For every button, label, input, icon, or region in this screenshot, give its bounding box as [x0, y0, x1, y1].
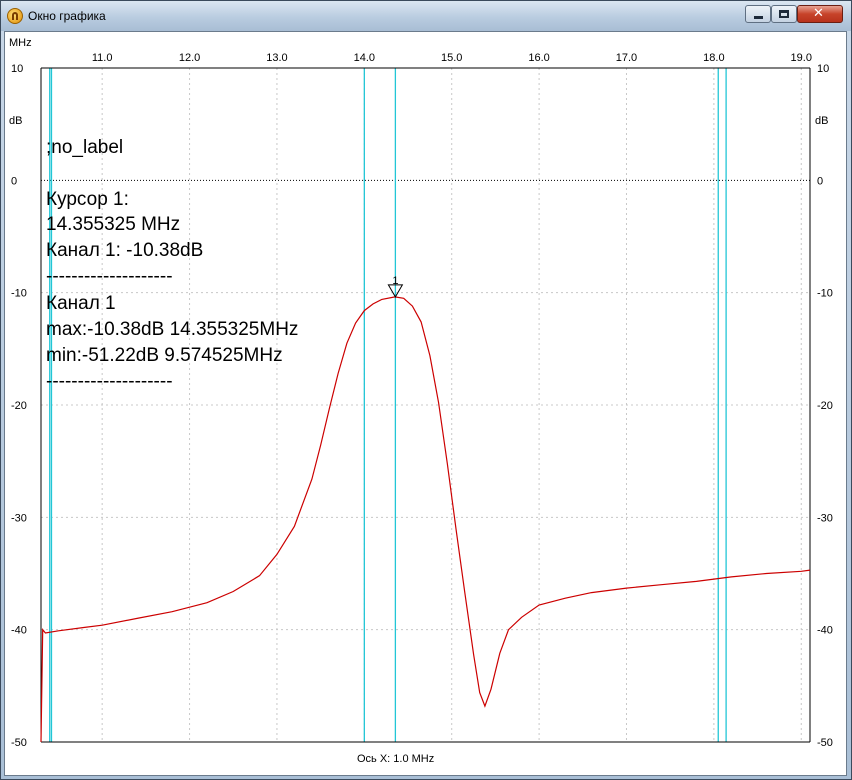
y-tick-label-left-5: -40 [11, 625, 27, 637]
y-tick-label-left-1: 0 [11, 175, 17, 187]
info-panel: ;no_label Курсор 1: 14.355325 MHz Канал … [46, 137, 298, 392]
x-axis-label: Ось X: 1.0 MHz [357, 753, 434, 765]
window-title: Окно графика [28, 9, 106, 23]
info-max-line: max:-10.38dB 14.355325MHz [46, 319, 298, 340]
y-tick-label-left-2: -10 [11, 288, 27, 300]
info-no-label: ;no_label [46, 137, 123, 158]
y-tick-label-left-0: 10 [11, 63, 23, 75]
y-unit-label-right: dB [815, 115, 828, 127]
x-tick-label-7: 18.0 [703, 52, 724, 64]
frequency-response-chart[interactable]: 11.0 12.0 13.0 14.0 15.0 16.0 17.0 18.0 19.0 10 1… [5, 32, 846, 775]
x-tick-label-8: 19.0 [791, 52, 812, 64]
maximize-button[interactable] [771, 5, 797, 23]
info-separator: -------------------- [46, 266, 173, 287]
x-unit-label: MHz [9, 37, 32, 49]
y-tick-label-left-4: -30 [11, 512, 27, 524]
info-channel-title: Канал 1 [46, 293, 116, 314]
info-separator-2: -------------------- [46, 371, 173, 392]
grid [41, 67, 810, 743]
plot-window: Окно графика 11.0 12.0 13.0 14.0 15.0 16.0 17.… [0, 0, 852, 780]
y-tick-label-right-2: -10 [817, 288, 833, 300]
x-tick-label-3: 14.0 [354, 52, 375, 64]
y-unit-label-left: dB [9, 115, 22, 127]
y-tick-label-right-3: -20 [817, 400, 833, 412]
plot-area[interactable]: 11.0 12.0 13.0 14.0 15.0 16.0 17.0 18.0 19.0 10 1… [4, 31, 847, 776]
info-cursor-title: Курсор 1: [46, 189, 129, 210]
y-tick-label-right-1: 0 [817, 175, 823, 187]
y-tick-label-right-5: -40 [817, 625, 833, 637]
x-tick-label-6: 17.0 [616, 52, 637, 64]
y-tick-label-left-3: -20 [11, 400, 27, 412]
marker-label: 1 [392, 275, 398, 287]
y-tick-label-left-6: -50 [11, 737, 27, 749]
minimize-button[interactable] [745, 5, 771, 23]
y-tick-label-right-4: -30 [817, 512, 833, 524]
info-min-line: min:-51.22dB 9.574525MHz [46, 345, 283, 366]
x-tick-label-4: 15.0 [441, 52, 462, 64]
x-tick-labels: 11.0 12.0 13.0 14.0 15.0 16.0 17.0 18.0 19.0 [92, 52, 812, 64]
x-tick-label-5: 16.0 [528, 52, 549, 64]
title-bar[interactable]: Окно графика [1, 1, 851, 31]
info-cursor-freq: 14.355325 MHz [46, 214, 180, 235]
y-tick-label-right-6: -50 [817, 737, 833, 749]
info-cursor-channel: Канал 1: -10.38dB [46, 240, 203, 261]
y-tick-labels: 10 10 0 0 -10 -10 -20 -20 -30 -30 -40 -40 -50 -50 [11, 63, 833, 749]
x-tick-label-2: 13.0 [266, 52, 287, 64]
y-tick-label-right-0: 10 [817, 63, 829, 75]
x-tick-label-1: 12.0 [179, 52, 200, 64]
close-button[interactable] [797, 5, 843, 23]
oscilloscope-app-icon [7, 8, 23, 24]
x-tick-label-0: 11.0 [92, 52, 113, 64]
